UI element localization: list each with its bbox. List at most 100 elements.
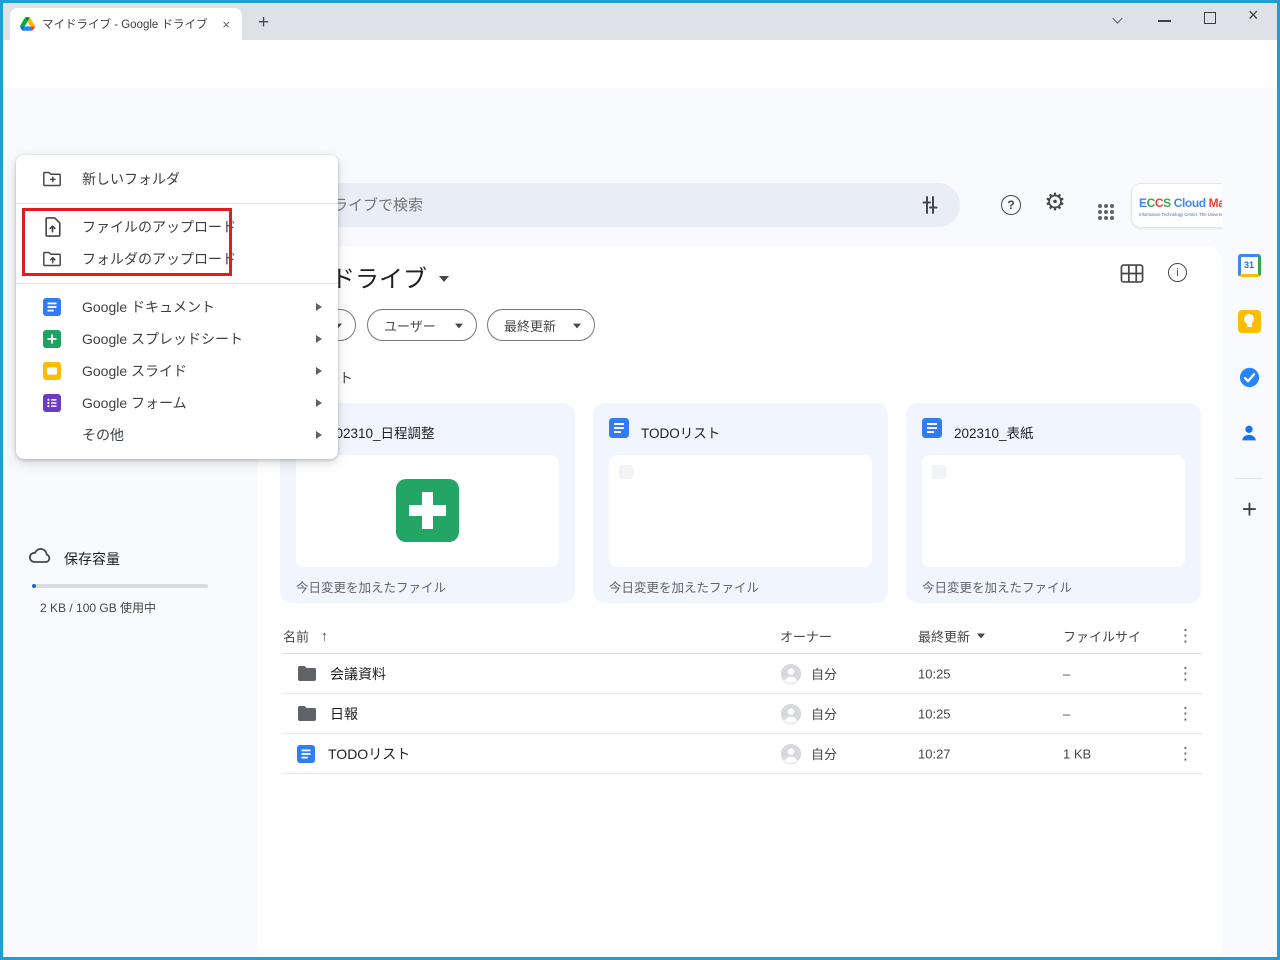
docs-icon xyxy=(40,298,64,316)
menu-item-google-forms[interactable]: Google フォーム xyxy=(16,387,338,419)
file-name: TODOリスト xyxy=(328,745,411,762)
settings-gear-icon[interactable]: ⚙ xyxy=(1043,191,1067,215)
chevron-down-icon xyxy=(573,323,581,329)
owner-avatar-icon xyxy=(780,663,802,684)
new-folder-icon xyxy=(40,170,64,188)
storage-usage-text: 2 KB / 100 GB 使用中 xyxy=(40,601,157,615)
info-icon[interactable]: i xyxy=(1168,263,1187,282)
filter-chip-modified[interactable]: 最終更新 xyxy=(487,309,595,341)
window-minimize-button[interactable] xyxy=(1158,20,1171,22)
panel-divider xyxy=(1235,478,1263,479)
card-caption: 今日変更を加えたファイル xyxy=(922,581,1073,595)
card-preview xyxy=(296,455,559,567)
storage-progress-bar xyxy=(32,584,208,588)
folder-icon xyxy=(298,666,316,681)
column-modified[interactable]: 最終更新 xyxy=(918,626,986,645)
column-size[interactable]: ファイルサイ xyxy=(1063,626,1141,645)
sort-ascending-icon: ↑ xyxy=(321,627,329,644)
browser-tab[interactable]: マイドライブ - Google ドライブ × xyxy=(10,8,242,40)
owner-avatar-icon xyxy=(780,743,802,764)
calendar-icon[interactable]: 31 xyxy=(1237,253,1261,277)
file-row-folder[interactable]: 日報 自分 10:25 – ⋮ xyxy=(283,694,1202,734)
file-row-document[interactable]: TODOリスト 自分 10:27 1 KB ⋮ xyxy=(283,734,1202,774)
menu-divider xyxy=(16,203,338,204)
menu-item-google-slides[interactable]: Google スライド xyxy=(16,355,338,387)
window-close-button[interactable]: × xyxy=(1248,5,1259,26)
card-caption: 今日変更を加えたファイル xyxy=(609,581,760,595)
file-name: 会議資料 xyxy=(330,665,386,682)
modified-time: 10:25 xyxy=(918,666,951,681)
browser-window: マイドライブ - Google ドライブ × + × drive.google.… xyxy=(0,0,1280,960)
row-options-icon[interactable]: ⋮ xyxy=(1177,664,1194,684)
column-owner[interactable]: オーナー xyxy=(780,626,832,645)
card-title: 202310_日程調整 xyxy=(328,426,435,441)
file-size: – xyxy=(1063,706,1071,721)
submenu-arrow-icon xyxy=(316,431,322,439)
suggestion-card[interactable]: 202310_表紙 今日変更を加えたファイル xyxy=(906,403,1201,603)
tab-title: マイドライブ - Google ドライブ xyxy=(42,19,208,31)
menu-divider xyxy=(16,283,338,284)
search-input[interactable] xyxy=(318,196,878,214)
storage-label[interactable]: 保存容量 xyxy=(64,549,120,569)
file-size: – xyxy=(1063,666,1071,681)
tab-search-chevron-icon[interactable] xyxy=(1113,14,1123,24)
menu-item-google-sheets[interactable]: Google スプレッドシート xyxy=(16,323,338,355)
file-table-header: 名前 ↑ オーナー 最終更新 ファイルサイ ⋮ xyxy=(283,618,1202,654)
search-options-icon[interactable] xyxy=(918,193,942,217)
column-name[interactable]: 名前 ↑ xyxy=(283,626,328,645)
grid-view-toggle-icon[interactable] xyxy=(1120,264,1144,283)
upload-highlight-rectangle xyxy=(22,208,232,276)
suggestion-card[interactable]: TODOリスト 今日変更を加えたファイル xyxy=(593,403,888,603)
storage-cloud-icon xyxy=(29,548,51,563)
keep-icon[interactable] xyxy=(1237,309,1261,333)
docs-file-icon xyxy=(297,744,315,763)
docs-file-icon xyxy=(922,418,942,443)
main-content: マイドライブ i 種類 ユーザー 最終更新 候補リスト 202310_日程調整 xyxy=(258,246,1222,960)
file-size: 1 KB xyxy=(1063,746,1092,761)
sheets-icon xyxy=(40,330,64,348)
submenu-arrow-icon xyxy=(316,399,322,407)
slides-icon xyxy=(40,362,64,380)
owner-avatar-icon xyxy=(780,703,802,724)
file-row-folder[interactable]: 会議資料 自分 10:25 – ⋮ xyxy=(283,654,1202,694)
modified-time: 10:27 xyxy=(918,746,951,761)
chevron-down-icon xyxy=(455,323,463,329)
chevron-down-icon xyxy=(977,633,986,638)
menu-item-google-docs[interactable]: Google ドキュメント xyxy=(16,291,338,323)
sheets-logo-icon xyxy=(396,479,459,542)
apps-grid-icon[interactable] xyxy=(1093,199,1117,223)
new-menu: 新しいフォルダ ファイルのアップロード フォルダのアップロード Google ド… xyxy=(16,155,338,459)
drive-search-bar[interactable] xyxy=(264,183,960,227)
row-options-icon[interactable]: ⋮ xyxy=(1177,704,1194,724)
new-tab-button[interactable]: + xyxy=(258,12,269,34)
title-caret-icon xyxy=(439,275,449,282)
submenu-arrow-icon xyxy=(316,367,322,375)
menu-item-new-folder[interactable]: 新しいフォルダ xyxy=(16,163,338,195)
contacts-icon[interactable] xyxy=(1237,421,1261,445)
card-title: 202310_表紙 xyxy=(954,426,1034,441)
modified-time: 10:25 xyxy=(918,706,951,721)
window-maximize-button[interactable] xyxy=(1204,12,1216,24)
owner-name: 自分 xyxy=(811,747,838,762)
side-apps-panel: 31 + › xyxy=(1222,176,1277,960)
card-title: TODOリスト xyxy=(641,426,721,441)
docs-file-icon xyxy=(609,418,629,443)
tasks-icon[interactable] xyxy=(1237,365,1261,389)
submenu-arrow-icon xyxy=(316,303,322,311)
card-caption: 今日変更を加えたファイル xyxy=(296,581,447,595)
eccs-subtitle: Information Technology Center, The Unive… xyxy=(1139,212,1244,217)
help-icon[interactable]: ? xyxy=(999,193,1023,217)
row-options-icon[interactable]: ⋮ xyxy=(1177,744,1194,764)
submenu-arrow-icon xyxy=(316,335,322,343)
window-titlebar: マイドライブ - Google ドライブ × + × xyxy=(0,0,1280,40)
filter-chip-people[interactable]: ユーザー xyxy=(367,309,477,341)
get-addons-button[interactable]: + xyxy=(1222,494,1277,525)
folder-icon xyxy=(298,706,316,721)
owner-name: 自分 xyxy=(811,667,838,682)
menu-item-more[interactable]: その他 xyxy=(16,419,338,451)
file-name: 日報 xyxy=(330,705,358,722)
storage-progress-fill xyxy=(32,584,36,588)
tab-close-icon[interactable]: × xyxy=(218,17,234,32)
eccs-logo: ECCS Cloud Mail xyxy=(1139,196,1231,210)
table-options-icon[interactable]: ⋮ xyxy=(1177,626,1194,646)
